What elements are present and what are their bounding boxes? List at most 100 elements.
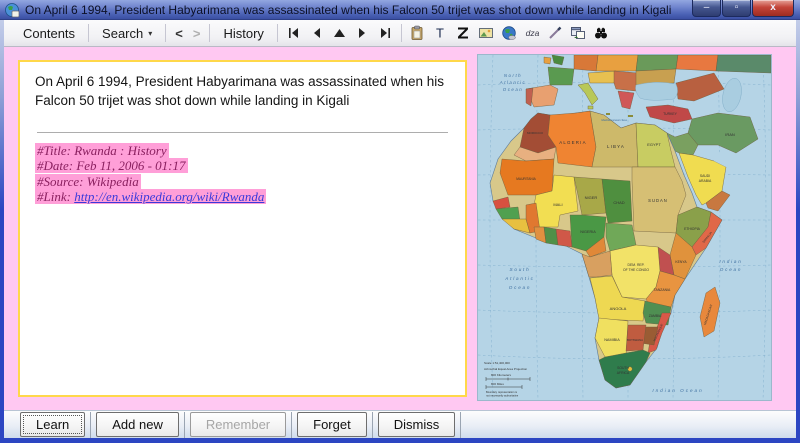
button-separator <box>460 412 461 438</box>
map-label: NIGERIA <box>580 230 596 234</box>
back-button[interactable]: < <box>170 23 188 44</box>
map-label: SAUDI <box>700 174 710 178</box>
meta-title: #Title: Rwanda : History <box>35 143 169 158</box>
toolbar-separator <box>401 24 402 42</box>
remember-button: Remember <box>190 412 286 437</box>
forget-button[interactable]: Forget <box>297 412 367 437</box>
meta-date: #Date: Feb 11, 2006 - 01:17 <box>35 158 188 173</box>
minimize-button[interactable]: – <box>692 0 721 17</box>
map-label: SUDAN <box>648 198 668 203</box>
map-label: IRAN <box>725 132 735 137</box>
add-new-button[interactable]: Add new <box>96 412 179 437</box>
map-label: MAURITANIA <box>516 177 536 181</box>
map-label: SOUTH <box>617 366 629 370</box>
map-label: ANGOLA <box>610 306 627 311</box>
paste-icon[interactable] <box>409 25 426 41</box>
toolbar-separator <box>165 24 166 42</box>
map-label: OF THE CONGO <box>623 268 649 272</box>
parent-item-button[interactable] <box>331 25 348 41</box>
map-label: 800 Kilometers <box>491 373 512 377</box>
button-separator <box>372 412 373 438</box>
card-metadata: #Title: Rwanda : History #Date: Feb 11, … <box>35 143 450 205</box>
next-item-button[interactable] <box>354 25 371 41</box>
map-label: Azimuthal Equal-Area Projection <box>484 367 528 371</box>
map-label: ARABIA <box>699 179 712 183</box>
map-label: ETHIOPIA <box>684 227 701 231</box>
app-window: On April 6 1994, President Habyarimana w… <box>0 0 800 443</box>
search-button[interactable]: Search ▾ <box>93 23 161 44</box>
map-label: Scale 1:51,400,000 <box>484 361 510 365</box>
map-label: TANZANIA <box>654 288 671 292</box>
globe-icon[interactable] <box>501 25 518 41</box>
divider <box>37 132 448 133</box>
chevron-down-icon: ▾ <box>148 29 152 38</box>
image-icon[interactable] <box>478 25 495 41</box>
contents-button[interactable]: Contents <box>14 23 84 44</box>
toolbar-separator <box>277 24 278 42</box>
map-label: Boundary representation is <box>486 390 518 394</box>
last-item-button[interactable] <box>377 25 394 41</box>
map-label: Indian Ocean <box>652 388 703 393</box>
meta-link: #Link: http://en.wikipedia.org/wiki/Rwan… <box>35 189 266 204</box>
font-icon[interactable]: T <box>432 25 449 41</box>
app-icon <box>4 2 20 18</box>
wand-icon[interactable] <box>547 25 564 41</box>
close-button[interactable]: x <box>752 0 794 17</box>
map-label: EGYPT <box>647 142 661 147</box>
map-label: Indian <box>719 259 742 264</box>
map-label: NIGER <box>585 195 598 200</box>
spell-icon[interactable]: dza <box>524 25 541 41</box>
map-label: TURKEY <box>663 112 677 116</box>
svg-text:dza: dza <box>526 28 540 38</box>
map-label: BOTSWANA <box>627 338 643 342</box>
map-label: CHAD <box>613 200 624 205</box>
map-label: Ocean <box>503 87 523 92</box>
map-label: NAMIBIA <box>604 338 620 342</box>
map-label: LIBYA <box>607 144 625 149</box>
history-button[interactable]: History <box>214 23 272 44</box>
maximize-button[interactable]: ▫ <box>722 0 751 17</box>
learn-button[interactable]: Learn <box>20 412 85 437</box>
window-title: On April 6 1994, President Habyarimana w… <box>25 3 691 17</box>
button-separator <box>291 412 292 438</box>
window-border-right <box>796 20 800 443</box>
panels-icon[interactable] <box>570 25 587 41</box>
toolbar-separator <box>88 24 89 42</box>
dismiss-button[interactable]: Dismiss <box>378 412 456 437</box>
map-label: Atlantic <box>504 276 534 281</box>
button-separator <box>184 412 185 438</box>
map-label: MALI <box>553 202 562 207</box>
question-text: On April 6 1994, President Habyarimana w… <box>35 73 450 111</box>
map-label: Mediterranean Sea <box>601 118 627 122</box>
find-icon[interactable] <box>593 25 610 41</box>
map-label: KENYA <box>675 260 687 264</box>
map-label: MOROCCO <box>527 131 544 135</box>
map-label: South <box>509 267 530 272</box>
map-label: AFRICA <box>617 371 630 375</box>
action-bar: Learn Add new Remember Forget Dismiss <box>4 410 796 438</box>
map-label: Atlantic <box>499 80 526 85</box>
svg-text:T: T <box>436 26 444 41</box>
toolbar-separator <box>209 24 210 42</box>
map-label: Ocean <box>720 267 743 272</box>
map-label: ALGERIA <box>559 140 586 145</box>
map-label: 800 Miles <box>491 382 504 386</box>
button-separator <box>90 412 91 438</box>
toolbar: Contents Search ▾ < > History <box>4 20 796 47</box>
meta-source: #Source: Wikipedia <box>35 174 141 189</box>
africa-map-image: ALGERIA LIBYA EGYPT MOROCCO MAURITANIA MALI NI… <box>478 55 771 400</box>
map-label: not necessarily authoritative <box>486 394 519 398</box>
map-label: North <box>504 73 522 78</box>
compress-icon[interactable] <box>455 25 472 41</box>
map-label: Ocean <box>509 285 532 290</box>
first-item-button[interactable] <box>285 25 302 41</box>
previous-item-button[interactable] <box>308 25 325 41</box>
flashcard: On April 6 1994, President Habyarimana w… <box>18 60 467 397</box>
window-border-bottom <box>0 438 800 443</box>
wikipedia-link[interactable]: http://en.wikipedia.org/wiki/Rwanda <box>74 189 264 204</box>
forward-button[interactable]: > <box>188 23 206 44</box>
map-label: ZAMBIA <box>649 314 662 318</box>
search-label: Search <box>102 26 143 41</box>
title-bar[interactable]: On April 6 1994, President Habyarimana w… <box>0 0 800 20</box>
map-label: DEM. REP. <box>628 263 645 267</box>
